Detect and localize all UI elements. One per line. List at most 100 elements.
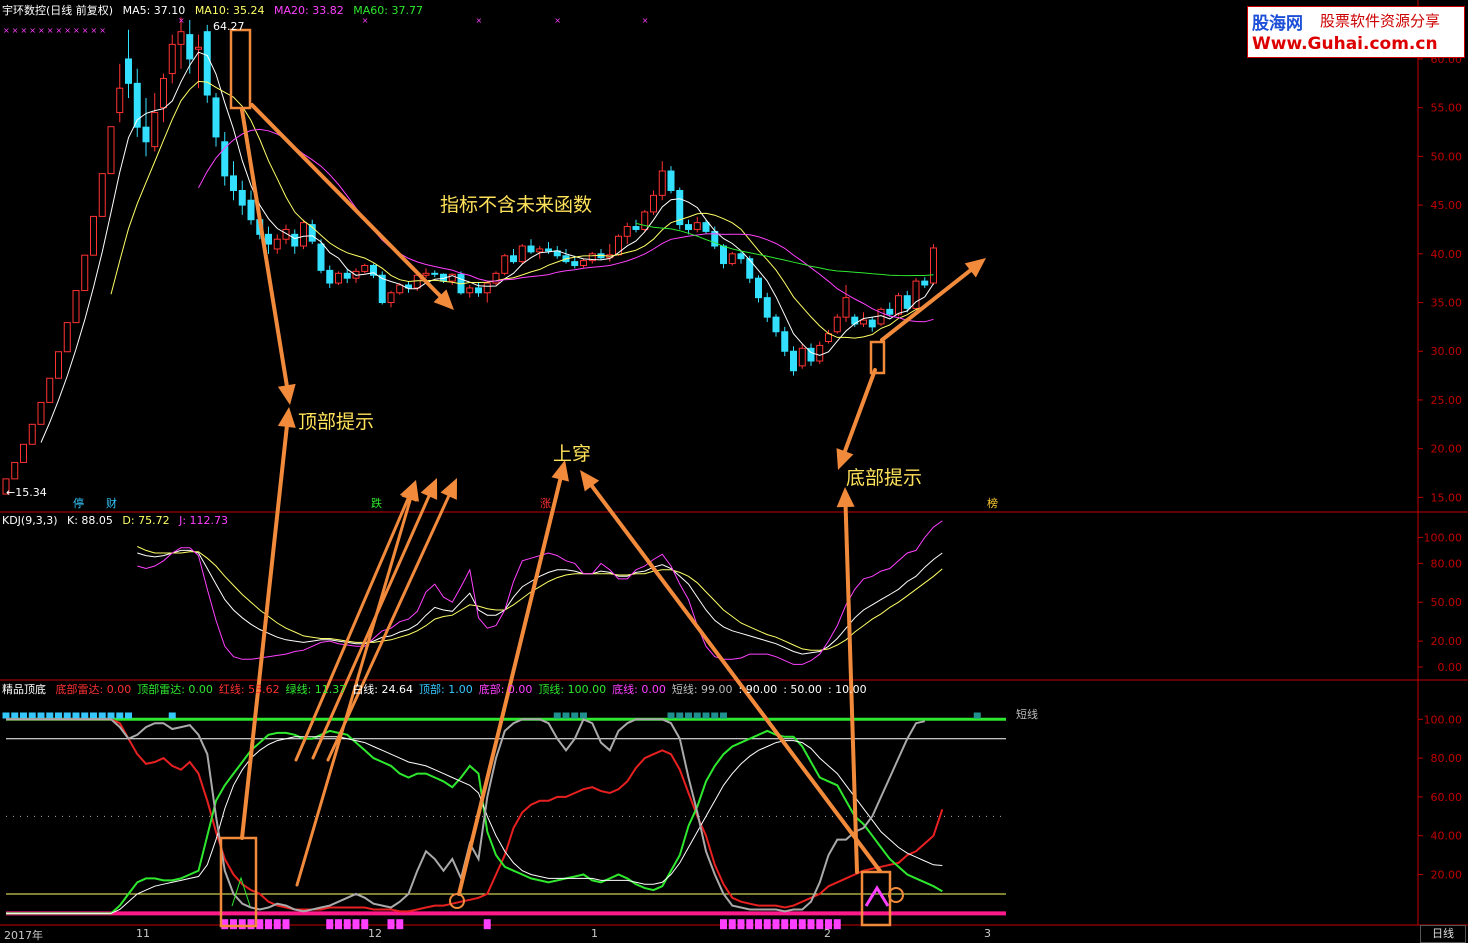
candle-body [238, 189, 246, 206]
x-label-year: 2017年 [4, 929, 43, 942]
candle-up [623, 222, 631, 245]
annotation-bottom-hint: 底部提示 [846, 467, 923, 489]
candle-up [151, 93, 159, 152]
candle-down [291, 229, 299, 254]
candle-up [72, 290, 80, 324]
limit-up-marker: × [21, 26, 28, 35]
candle-down [308, 219, 316, 245]
bottom-radar-bar [746, 919, 754, 930]
top-signal-bar [973, 712, 981, 719]
ma5-line [40, 51, 934, 443]
candle-body [518, 245, 526, 263]
red-line [6, 718, 944, 913]
limit-up-marker: × [3, 26, 10, 35]
candle-up [501, 253, 509, 276]
candle-body [536, 248, 544, 253]
indicator-readout: 顶线: 100.00 [538, 683, 607, 696]
candle-body [781, 331, 789, 352]
y-tick-label: 20.00 [1431, 635, 1463, 648]
candle-body [868, 319, 876, 328]
period-selector[interactable]: 日线 [1420, 925, 1466, 943]
candle-up [833, 314, 841, 334]
candle-down [238, 180, 246, 215]
arrow-shaft [842, 368, 877, 454]
candle-body [501, 255, 509, 274]
candle-up [168, 34, 176, 84]
candle-down [632, 219, 640, 233]
candle-down [868, 317, 876, 332]
limit-up-marker: × [476, 16, 483, 25]
candle-body [142, 126, 150, 143]
candle-down [326, 265, 334, 288]
candle-down [772, 314, 780, 337]
top-radar-bar [11, 712, 19, 719]
indicator-readout: : 10.00 [827, 683, 867, 696]
candle-up [273, 234, 281, 254]
candle-body [746, 258, 754, 279]
top-signal-bar [667, 712, 675, 719]
indicator-readout: 绿线: 11.37 [285, 683, 347, 696]
top-radar-bar [37, 712, 45, 719]
candle-up [798, 343, 806, 369]
candle-down [755, 275, 762, 303]
candle-body [221, 141, 229, 177]
candle-body [203, 31, 211, 96]
candle-body [720, 245, 727, 265]
tag-finance: 财 [106, 497, 117, 510]
candle-up [658, 161, 666, 201]
y-tick-label: 20.00 [1431, 443, 1463, 456]
candle-body [168, 43, 176, 75]
y-tick-label: 80.00 [1431, 752, 1463, 765]
candle-body [886, 308, 894, 315]
top-signal-bar [702, 712, 710, 719]
candle-body [177, 31, 185, 45]
candle-down [142, 97, 150, 157]
chart-canvas[interactable]: 15.0020.0025.0030.0035.0040.0045.0050.00… [0, 0, 1468, 943]
candle-up [107, 126, 115, 175]
candle-body [790, 350, 797, 372]
candle-body [693, 222, 701, 230]
indicator-title: 精品顶底 [2, 683, 46, 696]
bottom-radar-bar [807, 919, 815, 930]
limit-up-marker: × [56, 26, 63, 35]
arrow-head [580, 470, 600, 492]
candle-up [912, 278, 920, 311]
bottom-radar-bar [483, 919, 491, 930]
candle-body [798, 347, 806, 367]
limit-up-marker: × [38, 26, 45, 35]
y-tick-label: 20.00 [1431, 869, 1463, 882]
price-header: 宇环数控(日线 前复权) MA5: 37.10 MA10: 35.24 MA20… [2, 4, 429, 18]
candle-up [177, 17, 185, 69]
x-label-nov: 11 [136, 927, 150, 940]
indicator-readout: : 90.00 [738, 683, 778, 696]
candle-down [667, 166, 675, 194]
x-label-feb: 2 [824, 927, 831, 940]
candle-body [650, 194, 657, 213]
bottom-radar-bar [737, 919, 745, 930]
kdj-k-readout: K: 88.05 [67, 514, 113, 527]
limit-up-marker: × [29, 26, 36, 35]
candle-down [763, 292, 771, 323]
limit-up-marker: × [12, 26, 19, 35]
candle-body [842, 297, 850, 318]
candle-body [28, 423, 36, 445]
indicator-header: 精品顶底 底部雷达: 0.00 顶部雷达: 0.00 红线: 53.62 绿线: 11… [2, 683, 873, 697]
candle-body [291, 233, 299, 247]
top-radar-bar [2, 712, 10, 719]
candle-body [571, 261, 579, 267]
top-signal-bar [720, 712, 727, 719]
candle-body [116, 87, 124, 114]
top-signal-bar [711, 712, 719, 719]
candle-down [553, 246, 561, 259]
candle-body [247, 199, 255, 221]
bottom-caret [864, 885, 890, 907]
candle-down [133, 68, 141, 137]
tag-rank: 榜 [987, 497, 998, 510]
bottom-radar-bar [790, 919, 797, 930]
top-radar-bar [168, 712, 176, 719]
candle-up [930, 244, 937, 285]
kdj-j-line [137, 520, 943, 665]
candle-up [160, 73, 167, 123]
ma5-readout: MA5: 37.10 [122, 4, 186, 17]
candle-up [448, 273, 456, 285]
